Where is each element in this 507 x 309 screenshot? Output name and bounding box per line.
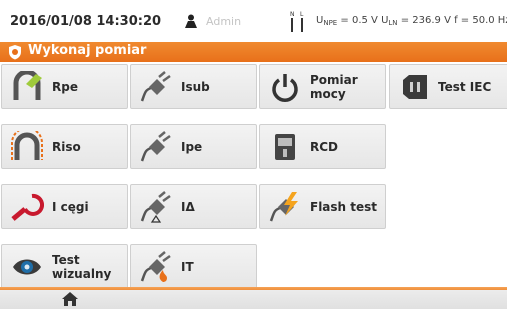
riso-icon xyxy=(11,131,43,160)
plug-l-label: L xyxy=(300,11,304,18)
tile-label: Test IEC xyxy=(438,79,492,94)
tile-test-wizualny[interactable]: Test wizualny xyxy=(1,244,128,289)
uln-value: = 236.9 V xyxy=(397,15,455,26)
status-bar: 2016/01/08 14:30:20 Admin N L UNPE = 0.5… xyxy=(0,0,507,42)
tile-label: Flash test xyxy=(310,199,378,214)
plug-icon xyxy=(140,131,171,162)
unpe-value: = 0.5 V xyxy=(337,15,382,26)
tile-label: Ipe xyxy=(181,139,203,154)
tile-i-delta[interactable]: IΔ xyxy=(130,184,257,229)
tile-label: IT xyxy=(181,259,194,274)
tile-isub[interactable]: Isub xyxy=(130,64,257,109)
home-icon[interactable] xyxy=(61,291,79,307)
plug-icon xyxy=(140,71,171,102)
plug-n-label: N xyxy=(290,11,295,18)
plug-flame-icon xyxy=(140,251,171,282)
frequency-value: f = 50.0 Hz xyxy=(454,15,507,26)
tile-rpe[interactable]: Rpe xyxy=(1,64,128,109)
tile-label: Rpe xyxy=(52,79,78,94)
tile-label: Test wizualny xyxy=(52,252,112,281)
user-icon xyxy=(185,14,197,28)
tile-test-iec[interactable]: Test IEC xyxy=(389,64,507,109)
tile-pomiar-mocy[interactable]: Pomiar mocy xyxy=(259,64,386,109)
tile-label: IΔ xyxy=(181,199,195,214)
plug-status-icon: N L xyxy=(290,11,304,32)
tile-rcd[interactable]: RCD xyxy=(259,124,386,169)
measurement-menu: Rpe Isub Pomiar mocy Test IEC Riso Ipe R… xyxy=(0,62,507,289)
tile-flash-test[interactable]: Flash test xyxy=(259,184,386,229)
iec-socket-icon xyxy=(403,75,427,99)
rpe-icon xyxy=(13,71,42,100)
plug-delta-icon xyxy=(140,191,171,223)
user-name: Admin xyxy=(206,15,242,28)
tile-i-cegi[interactable]: I cęgi xyxy=(1,184,128,229)
tile-label: Isub xyxy=(181,79,210,94)
clamp-icon xyxy=(11,193,44,221)
unpe-sub: NPE xyxy=(323,19,338,27)
tile-it[interactable]: IT xyxy=(130,244,257,289)
tile-label: RCD xyxy=(310,139,339,154)
tile-riso[interactable]: Riso xyxy=(1,124,128,169)
measurement-readout: UNPE = 0.5 V ULN = 236.9 V f = 50.0 Hz xyxy=(316,15,507,27)
eye-icon xyxy=(13,259,41,275)
title-bar: Wykonaj pomiar xyxy=(0,42,507,62)
rcd-icon xyxy=(275,134,295,160)
datetime: 2016/01/08 14:30:20 xyxy=(10,14,162,29)
tile-label: Riso xyxy=(52,139,81,154)
tile-label: I cęgi xyxy=(52,199,89,214)
power-icon xyxy=(272,74,298,102)
uln-sub: LN xyxy=(388,19,398,27)
flash-icon xyxy=(269,192,298,222)
tile-label: Pomiar mocy xyxy=(310,72,358,101)
footer-bar xyxy=(0,287,507,309)
shield-icon xyxy=(9,45,21,60)
page-title: Wykonaj pomiar xyxy=(28,43,147,58)
tile-ipe[interactable]: Ipe xyxy=(130,124,257,169)
